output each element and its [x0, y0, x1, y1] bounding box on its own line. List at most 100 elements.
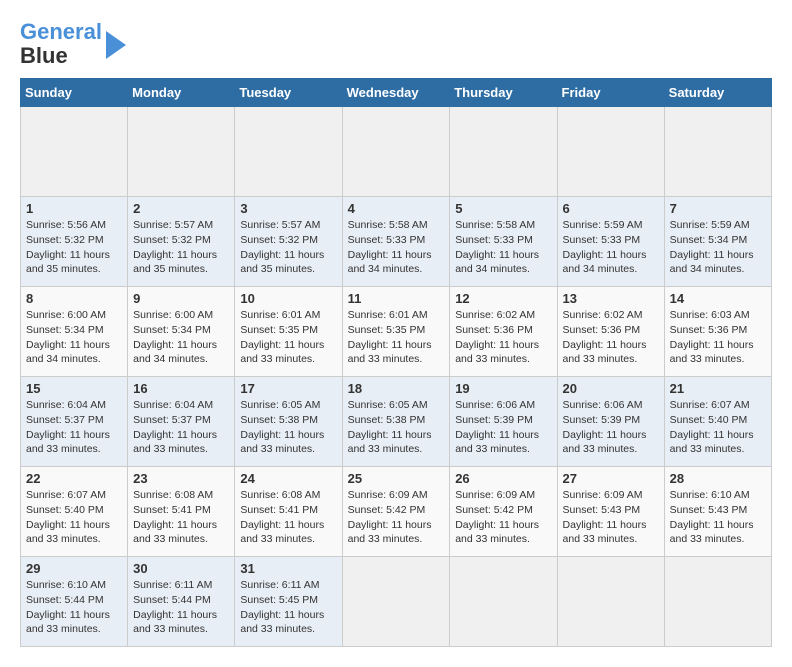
day-detail: Sunrise: 6:05 AMSunset: 5:38 PMDaylight:…: [348, 398, 445, 457]
day-number: 3: [240, 201, 336, 216]
day-detail: Sunrise: 6:04 AMSunset: 5:37 PMDaylight:…: [26, 398, 122, 457]
day-cell: 22 Sunrise: 6:07 AMSunset: 5:40 PMDayligh…: [21, 467, 128, 557]
day-cell: 9 Sunrise: 6:00 AMSunset: 5:34 PMDaylight…: [128, 287, 235, 377]
day-number: 1: [26, 201, 122, 216]
day-cell: 8 Sunrise: 6:00 AMSunset: 5:34 PMDaylight…: [21, 287, 128, 377]
day-cell: 4 Sunrise: 5:58 AMSunset: 5:33 PMDaylight…: [342, 197, 450, 287]
logo: GeneralBlue: [20, 20, 126, 68]
day-number: 13: [563, 291, 659, 306]
day-cell: [342, 557, 450, 647]
day-number: 12: [455, 291, 551, 306]
day-cell: 16 Sunrise: 6:04 AMSunset: 5:37 PMDayligh…: [128, 377, 235, 467]
day-cell: [557, 107, 664, 197]
day-cell: 11 Sunrise: 6:01 AMSunset: 5:35 PMDayligh…: [342, 287, 450, 377]
day-detail: Sunrise: 6:08 AMSunset: 5:41 PMDaylight:…: [133, 488, 229, 547]
day-cell: [664, 557, 771, 647]
day-detail: Sunrise: 5:59 AMSunset: 5:33 PMDaylight:…: [563, 218, 659, 277]
day-number: 20: [563, 381, 659, 396]
day-cell: 1 Sunrise: 5:56 AMSunset: 5:32 PMDaylight…: [21, 197, 128, 287]
day-number: 8: [26, 291, 122, 306]
day-detail: Sunrise: 6:01 AMSunset: 5:35 PMDaylight:…: [240, 308, 336, 367]
week-row-0: [21, 107, 772, 197]
day-cell: [21, 107, 128, 197]
day-cell: 18 Sunrise: 6:05 AMSunset: 5:38 PMDayligh…: [342, 377, 450, 467]
column-header-thursday: Thursday: [450, 79, 557, 107]
day-detail: Sunrise: 6:09 AMSunset: 5:42 PMDaylight:…: [455, 488, 551, 547]
day-cell: 3 Sunrise: 5:57 AMSunset: 5:32 PMDaylight…: [235, 197, 342, 287]
day-number: 6: [563, 201, 659, 216]
day-cell: 14Sunrise: 6:03 AMSunset: 5:36 PMDayligh…: [664, 287, 771, 377]
day-detail: Sunrise: 6:04 AMSunset: 5:37 PMDaylight:…: [133, 398, 229, 457]
day-cell: 17Sunrise: 6:05 AMSunset: 5:38 PMDayligh…: [235, 377, 342, 467]
day-number: 30: [133, 561, 229, 576]
day-cell: 10 Sunrise: 6:01 AMSunset: 5:35 PMDayligh…: [235, 287, 342, 377]
day-detail: Sunrise: 6:06 AMSunset: 5:39 PMDaylight:…: [455, 398, 551, 457]
day-number: 27: [563, 471, 659, 486]
column-header-wednesday: Wednesday: [342, 79, 450, 107]
day-cell: 21Sunrise: 6:07 AMSunset: 5:40 PMDayligh…: [664, 377, 771, 467]
day-number: 11: [348, 291, 445, 306]
day-cell: [450, 107, 557, 197]
day-cell: 15 Sunrise: 6:04 AMSunset: 5:37 PMDayligh…: [21, 377, 128, 467]
day-number: 7: [670, 201, 766, 216]
day-cell: [128, 107, 235, 197]
day-cell: 20 Sunrise: 6:06 AMSunset: 5:39 PMDayligh…: [557, 377, 664, 467]
day-detail: Sunrise: 6:07 AMSunset: 5:40 PMDaylight:…: [26, 488, 122, 547]
day-detail: Sunrise: 6:11 AMSunset: 5:45 PMDaylight:…: [240, 578, 336, 637]
header-row: SundayMondayTuesdayWednesdayThursdayFrid…: [21, 79, 772, 107]
day-number: 10: [240, 291, 336, 306]
day-detail: Sunrise: 6:01 AMSunset: 5:35 PMDaylight:…: [348, 308, 445, 367]
day-detail: Sunrise: 6:00 AMSunset: 5:34 PMDaylight:…: [26, 308, 122, 367]
day-cell: 13 Sunrise: 6:02 AMSunset: 5:36 PMDayligh…: [557, 287, 664, 377]
column-header-tuesday: Tuesday: [235, 79, 342, 107]
day-detail: Sunrise: 5:58 AMSunset: 5:33 PMDaylight:…: [348, 218, 445, 277]
day-number: 25: [348, 471, 445, 486]
day-number: 5: [455, 201, 551, 216]
day-detail: Sunrise: 6:09 AMSunset: 5:43 PMDaylight:…: [563, 488, 659, 547]
day-cell: 26Sunrise: 6:09 AMSunset: 5:42 PMDayligh…: [450, 467, 557, 557]
day-cell: 2Sunrise: 5:57 AMSunset: 5:32 PMDaylight…: [128, 197, 235, 287]
day-cell: 25 Sunrise: 6:09 AMSunset: 5:42 PMDayligh…: [342, 467, 450, 557]
day-detail: Sunrise: 6:09 AMSunset: 5:42 PMDaylight:…: [348, 488, 445, 547]
day-number: 9: [133, 291, 229, 306]
day-detail: Sunrise: 6:06 AMSunset: 5:39 PMDaylight:…: [563, 398, 659, 457]
day-number: 23: [133, 471, 229, 486]
logo-text: GeneralBlue: [20, 20, 102, 68]
day-number: 18: [348, 381, 445, 396]
day-detail: Sunrise: 6:00 AMSunset: 5:34 PMDaylight:…: [133, 308, 229, 367]
day-number: 19: [455, 381, 551, 396]
day-detail: Sunrise: 5:58 AMSunset: 5:33 PMDaylight:…: [455, 218, 551, 277]
page-header: GeneralBlue: [20, 20, 772, 68]
day-number: 14: [670, 291, 766, 306]
calendar-table: SundayMondayTuesdayWednesdayThursdayFrid…: [20, 78, 772, 647]
day-cell: 5 Sunrise: 5:58 AMSunset: 5:33 PMDaylight…: [450, 197, 557, 287]
day-detail: Sunrise: 5:57 AMSunset: 5:32 PMDaylight:…: [240, 218, 336, 277]
day-detail: Sunrise: 6:10 AMSunset: 5:43 PMDaylight:…: [670, 488, 766, 547]
day-cell: 23 Sunrise: 6:08 AMSunset: 5:41 PMDayligh…: [128, 467, 235, 557]
day-detail: Sunrise: 6:05 AMSunset: 5:38 PMDaylight:…: [240, 398, 336, 457]
day-detail: Sunrise: 6:02 AMSunset: 5:36 PMDaylight:…: [455, 308, 551, 367]
day-detail: Sunrise: 6:02 AMSunset: 5:36 PMDaylight:…: [563, 308, 659, 367]
week-row-4: 22 Sunrise: 6:07 AMSunset: 5:40 PMDayligh…: [21, 467, 772, 557]
day-cell: 24Sunrise: 6:08 AMSunset: 5:41 PMDayligh…: [235, 467, 342, 557]
column-header-sunday: Sunday: [21, 79, 128, 107]
day-number: 31: [240, 561, 336, 576]
column-header-saturday: Saturday: [664, 79, 771, 107]
week-row-5: 29Sunrise: 6:10 AMSunset: 5:44 PMDayligh…: [21, 557, 772, 647]
day-number: 16: [133, 381, 229, 396]
day-number: 15: [26, 381, 122, 396]
day-cell: 6 Sunrise: 5:59 AMSunset: 5:33 PMDaylight…: [557, 197, 664, 287]
day-detail: Sunrise: 6:11 AMSunset: 5:44 PMDaylight:…: [133, 578, 229, 637]
day-cell: 12 Sunrise: 6:02 AMSunset: 5:36 PMDayligh…: [450, 287, 557, 377]
day-number: 24: [240, 471, 336, 486]
logo-arrow-icon: [106, 31, 126, 59]
day-number: 22: [26, 471, 122, 486]
day-number: 4: [348, 201, 445, 216]
day-cell: 29Sunrise: 6:10 AMSunset: 5:44 PMDayligh…: [21, 557, 128, 647]
day-cell: [235, 107, 342, 197]
day-detail: Sunrise: 5:57 AMSunset: 5:32 PMDaylight:…: [133, 218, 229, 277]
day-cell: 30 Sunrise: 6:11 AMSunset: 5:44 PMDayligh…: [128, 557, 235, 647]
day-detail: Sunrise: 6:07 AMSunset: 5:40 PMDaylight:…: [670, 398, 766, 457]
day-detail: Sunrise: 5:56 AMSunset: 5:32 PMDaylight:…: [26, 218, 122, 277]
day-cell: 19 Sunrise: 6:06 AMSunset: 5:39 PMDayligh…: [450, 377, 557, 467]
